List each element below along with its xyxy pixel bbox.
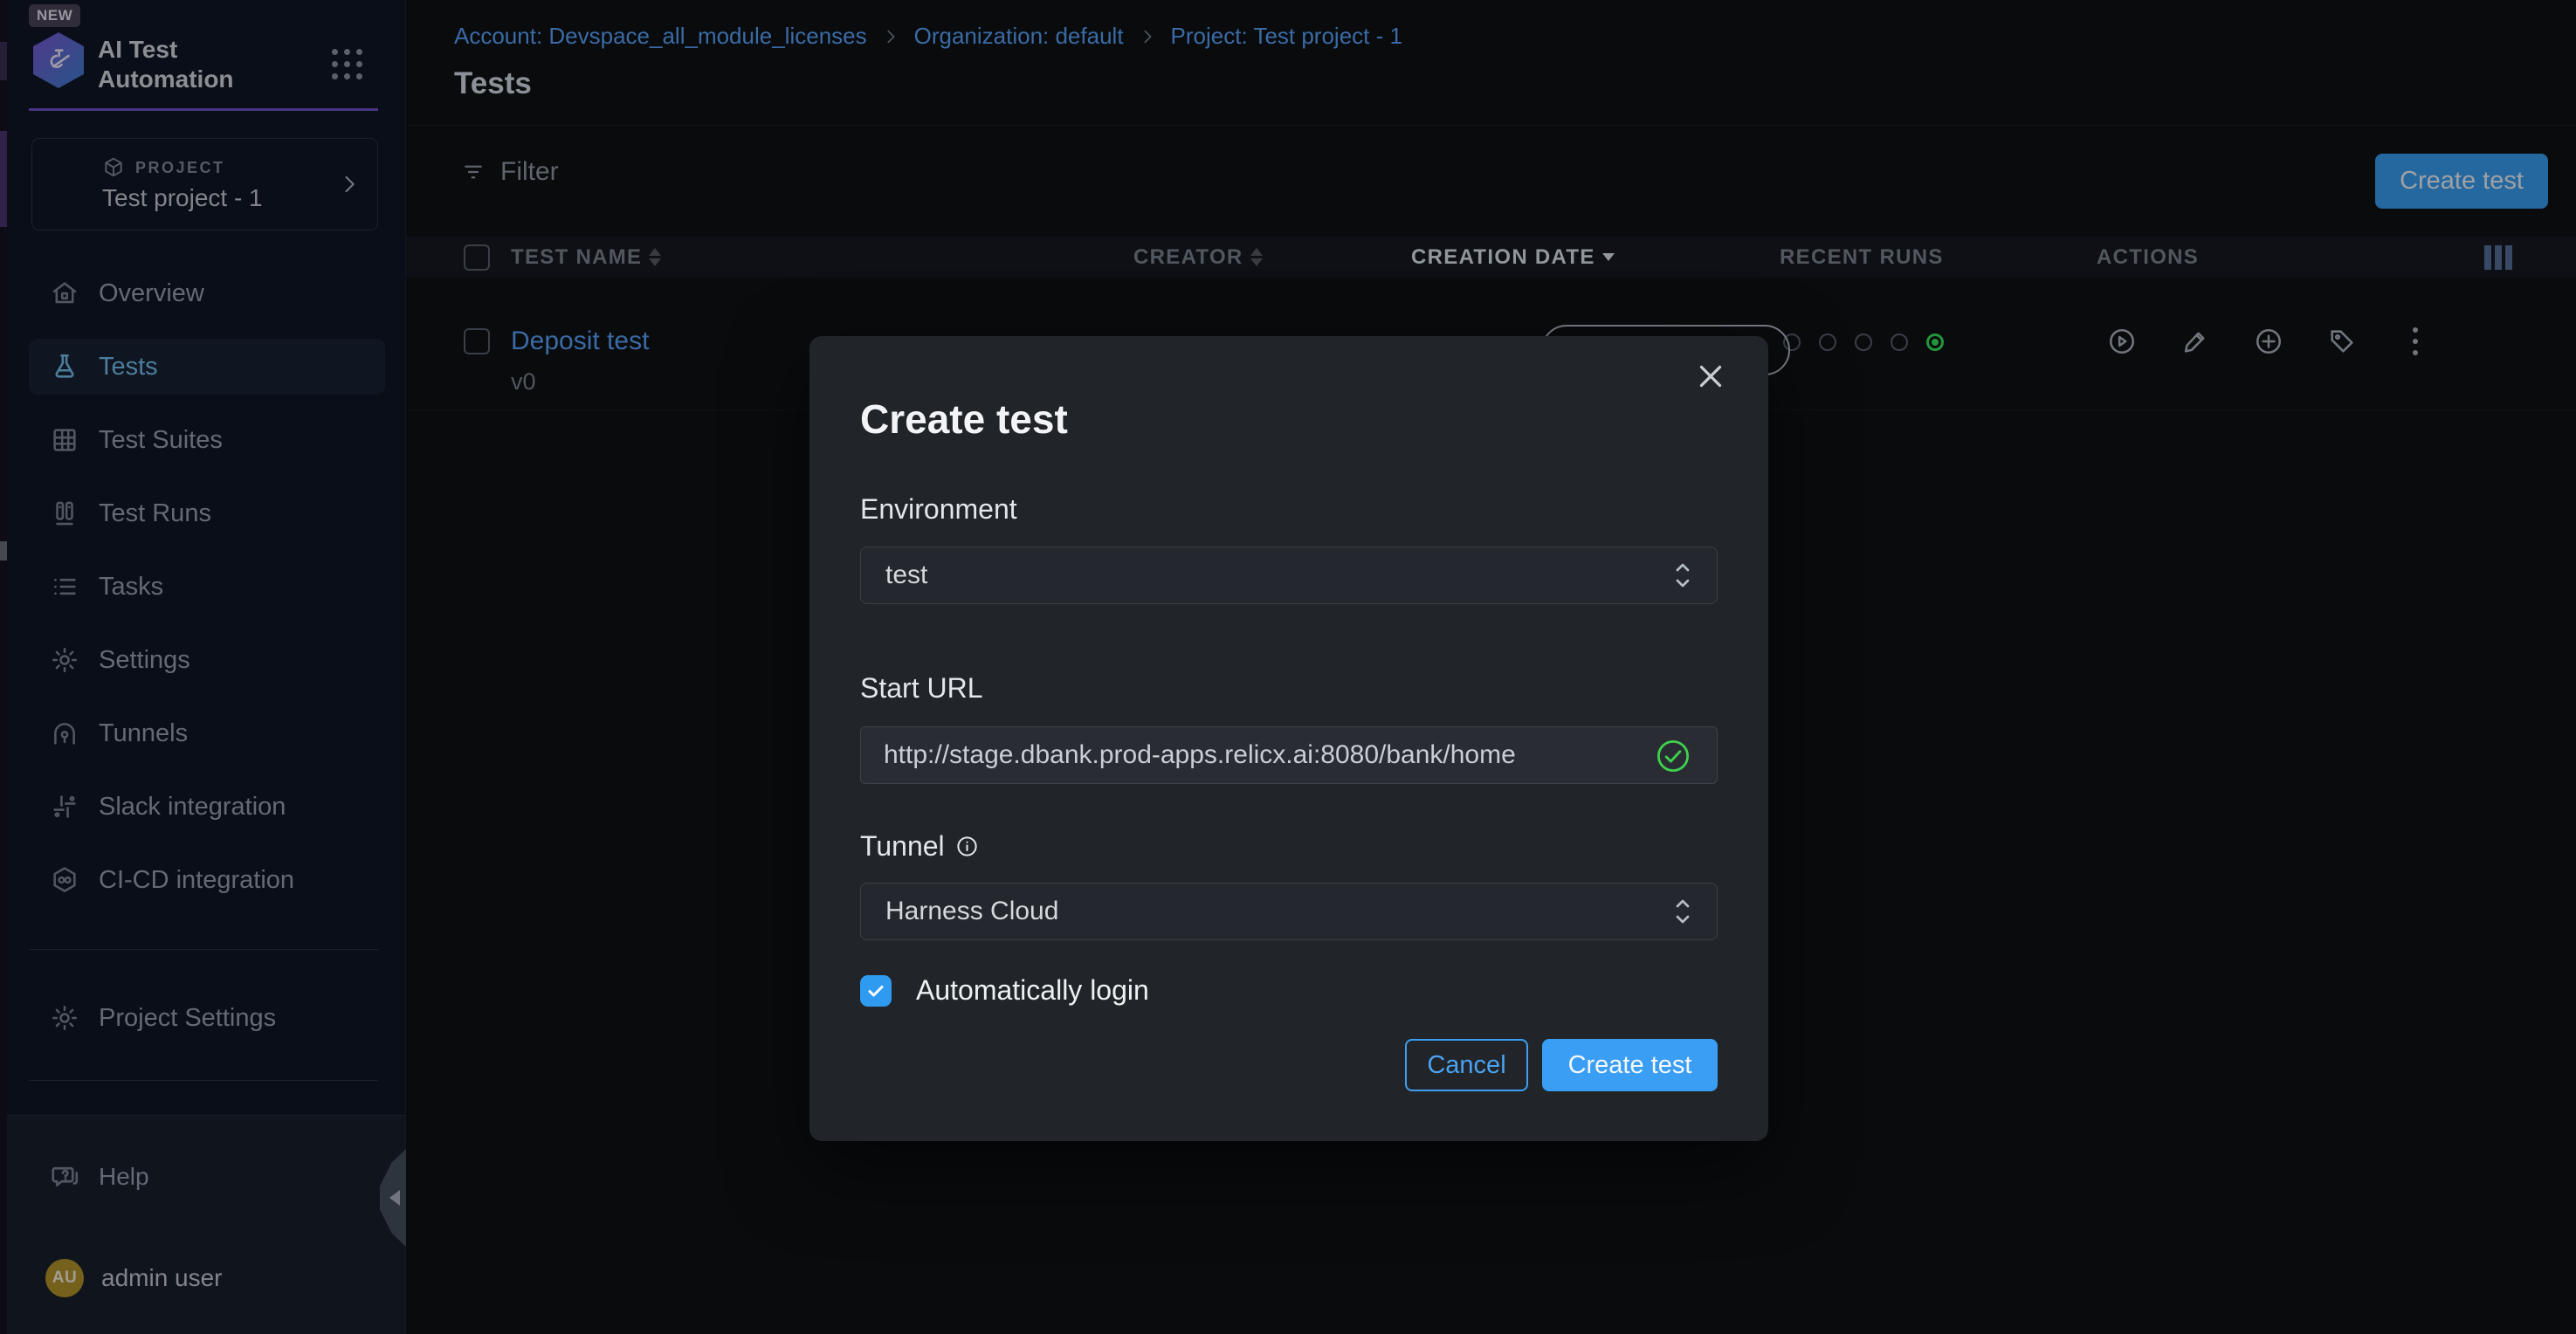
environment-label: Environment <box>860 493 1017 526</box>
tunnel-select[interactable]: Harness Cloud <box>860 883 1718 940</box>
info-icon[interactable] <box>955 835 979 858</box>
modal-title: Create test <box>860 395 1068 443</box>
modal-footer: Cancel Create test <box>860 1039 1718 1091</box>
environment-select[interactable]: test <box>860 547 1718 604</box>
start-url-input[interactable] <box>860 726 1718 784</box>
start-url-label: Start URL <box>860 672 982 705</box>
auto-login-label: Automatically login <box>916 974 1149 1007</box>
select-chevrons-icon <box>1673 560 1692 591</box>
cancel-button[interactable]: Cancel <box>1405 1039 1528 1091</box>
modal-create-test-button[interactable]: Create test <box>1542 1039 1718 1091</box>
environment-value: test <box>885 560 927 590</box>
valid-check-icon <box>1655 738 1691 774</box>
close-icon[interactable] <box>1695 361 1726 392</box>
tunnel-label: Tunnel <box>860 830 979 863</box>
select-chevrons-icon <box>1673 896 1692 927</box>
create-test-modal: Create test Environment test Start URL T… <box>809 336 1768 1141</box>
auto-login-checkbox[interactable] <box>860 975 892 1007</box>
tunnel-value: Harness Cloud <box>885 897 1058 926</box>
auto-login-row: Automatically login <box>860 974 1149 1007</box>
app-root: NEW AI Test Automation PROJECT Test proj… <box>0 0 2576 1334</box>
